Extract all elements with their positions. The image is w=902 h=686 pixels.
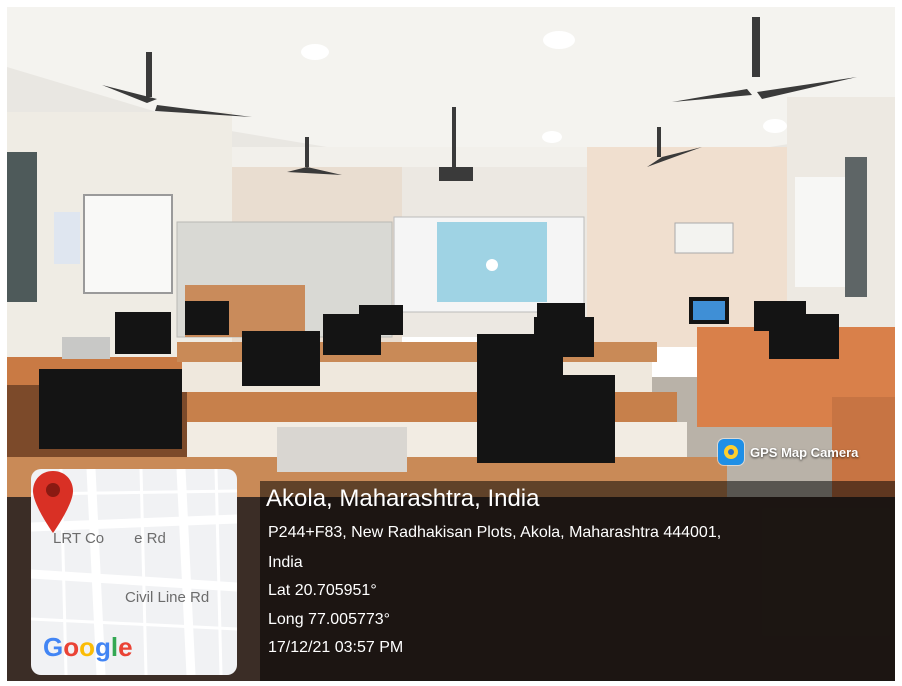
google-logo-letter: g: [95, 632, 111, 662]
gps-map-camera-badge: GPS Map Camera: [718, 434, 858, 470]
location-country: India: [268, 554, 303, 571]
google-logo-letter: e: [118, 632, 133, 662]
google-logo: Google: [43, 632, 133, 663]
location-lat: Lat 20.705951°: [268, 582, 377, 599]
map-thumbnail: LRT Co e Rd Civil Line Rd Google: [31, 469, 237, 675]
google-logo-letter: G: [43, 632, 64, 662]
location-long: Long 77.005773°: [268, 611, 391, 628]
map-road-label-bottom: Civil Line Rd: [125, 589, 210, 606]
location-address: P244+F83, New Radhakisan Plots, Akola, M…: [268, 524, 722, 541]
gps-map-camera-icon: [718, 439, 744, 465]
google-logo-letter: o: [63, 632, 80, 662]
photo: GPS Map Camera Akola, Maharashtra, India…: [7, 7, 895, 681]
location-title: Akola, Maharashtra, India: [266, 485, 540, 512]
map-pin-icon: [33, 471, 73, 533]
badge-label: GPS Map Camera: [750, 444, 859, 460]
google-logo-letter: o: [79, 632, 96, 662]
location-datetime: 17/12/21 03:57 PM: [268, 639, 404, 656]
